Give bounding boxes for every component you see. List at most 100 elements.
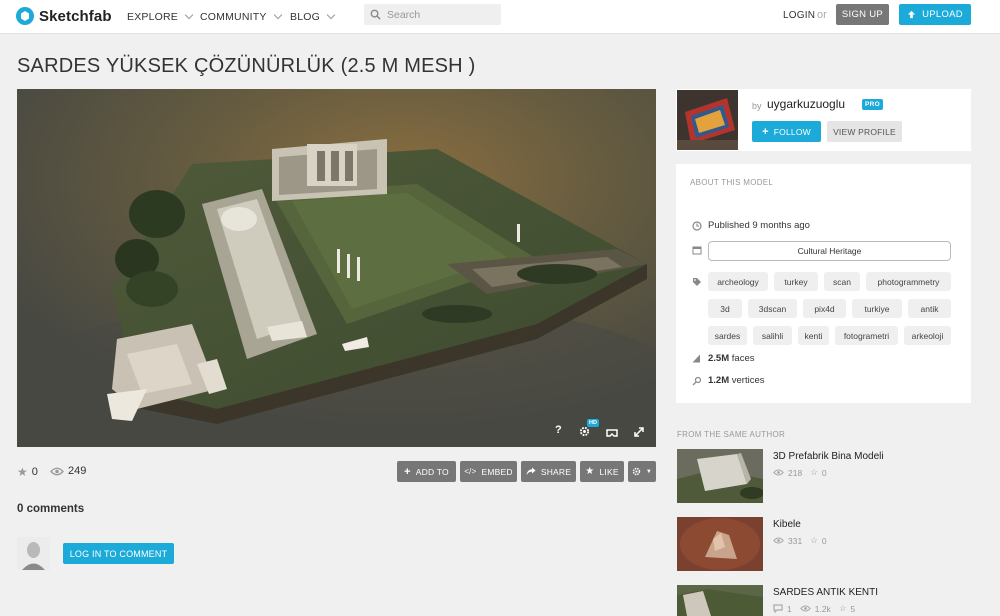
tag-item[interactable]: scan xyxy=(824,272,860,291)
model-render xyxy=(17,89,656,447)
like-button[interactable]: ★ LIKE xyxy=(580,461,624,482)
eye-icon xyxy=(50,467,64,475)
vr-headset-icon xyxy=(606,429,618,437)
likes-stat: ★ 0 xyxy=(17,465,38,479)
author-avatar[interactable] xyxy=(677,90,738,150)
search-input[interactable] xyxy=(387,8,487,21)
vertices-count: 1.2M vertices xyxy=(708,375,765,386)
plus-icon: + xyxy=(404,465,411,478)
star-icon: ☆ xyxy=(810,535,818,545)
share-icon xyxy=(526,467,536,475)
chevron-down-icon xyxy=(273,10,282,20)
signup-button[interactable]: SIGN UP xyxy=(836,4,889,25)
nav-blog[interactable]: BLOG xyxy=(290,0,336,34)
related-thumbnail[interactable] xyxy=(677,585,763,616)
fullscreen-button[interactable] xyxy=(634,424,644,442)
tag-item[interactable]: fotogrametri xyxy=(835,326,898,345)
category-icon xyxy=(691,245,702,256)
tag-item[interactable]: turkey xyxy=(774,272,818,291)
code-icon: </> xyxy=(464,467,477,476)
star-icon: ☆ xyxy=(838,603,847,613)
follow-label: FOLLOW xyxy=(773,126,811,137)
category-tag[interactable]: Cultural Heritage xyxy=(708,241,951,261)
login-to-comment-label: LOG IN TO COMMENT xyxy=(69,548,168,559)
same-author-heading: FROM THE SAME AUTHOR xyxy=(677,430,786,439)
nav-community[interactable]: COMMUNITY xyxy=(200,0,282,34)
related-stats: 331 ☆ 0 xyxy=(773,535,827,546)
model-title: SARDES YÜKSEK ÇÖZÜNÜRLÜK (2.5 M MESH ) xyxy=(17,55,476,77)
eye-icon xyxy=(773,537,784,544)
faces-label: faces xyxy=(731,353,755,364)
related-title[interactable]: SARDES ANTIK KENTI xyxy=(773,587,878,598)
about-model-panel: ABOUT THIS MODEL Published 9 months ago … xyxy=(676,164,971,403)
related-views: 218 xyxy=(788,467,803,478)
related-likes: 5 xyxy=(850,603,856,614)
vertices-icon xyxy=(691,375,702,386)
related-views: 331 xyxy=(788,535,803,546)
nav-explore[interactable]: EXPLORE xyxy=(127,0,194,34)
comment-icon xyxy=(773,604,783,613)
add-to-button[interactable]: + ADD TO xyxy=(397,461,456,482)
related-comments: 1 xyxy=(787,603,792,614)
likes-count: 0 xyxy=(31,466,38,478)
help-button[interactable]: ? xyxy=(555,424,562,436)
more-options-button[interactable]: ▼ xyxy=(628,461,656,482)
embed-button[interactable]: </> EMBED xyxy=(460,461,517,482)
faces-value: 2.5M xyxy=(708,353,730,364)
clock-icon xyxy=(691,220,702,231)
related-thumbnail[interactable] xyxy=(677,449,763,503)
share-button[interactable]: SHARE xyxy=(521,461,576,482)
vr-button[interactable] xyxy=(606,425,618,443)
upload-label: UPLOAD xyxy=(922,9,963,20)
related-stats: 1 1.2k ☆ 5 xyxy=(773,603,855,614)
tag-item[interactable]: photogrammetry xyxy=(866,272,951,291)
vertices-label: vertices xyxy=(731,375,765,386)
chevron-down-icon xyxy=(326,10,336,20)
view-profile-button[interactable]: VIEW PROFILE xyxy=(827,121,902,142)
top-header: Sketchfab EXPLORE COMMUNITY BLOG LOGIN o… xyxy=(0,0,1000,34)
sketchfab-logo[interactable]: Sketchfab xyxy=(16,6,112,26)
tag-item[interactable]: 3dscan xyxy=(748,299,797,318)
search-box xyxy=(364,4,501,25)
eye-icon xyxy=(773,469,784,476)
login-link[interactable]: LOGIN xyxy=(783,10,815,21)
tag-item[interactable]: arkeoloji xyxy=(904,326,951,345)
upload-button[interactable]: UPLOAD xyxy=(899,4,971,25)
related-likes: 0 xyxy=(821,467,827,478)
upload-arrow-icon xyxy=(907,10,916,19)
tag-item[interactable]: antik xyxy=(908,299,951,318)
user-avatar-image xyxy=(17,537,50,570)
login-to-comment-button[interactable]: LOG IN TO COMMENT xyxy=(63,543,174,564)
author-name[interactable]: uygarkuzuoglu xyxy=(767,97,845,111)
follow-button[interactable]: + FOLLOW xyxy=(752,121,821,142)
or-text: or xyxy=(817,9,827,21)
tag-item[interactable]: sardes xyxy=(708,326,747,345)
gear-icon xyxy=(579,426,590,437)
hd-badge: HD xyxy=(587,419,599,427)
like-label: LIKE xyxy=(599,466,619,477)
pro-badge: PRO xyxy=(862,99,883,110)
comments-count: 0 comments xyxy=(17,503,85,515)
related-title[interactable]: 3D Prefabrik Bina Modeli xyxy=(773,451,884,462)
avatar xyxy=(17,537,50,570)
fullscreen-icon xyxy=(634,427,644,437)
star-icon: ★ xyxy=(585,466,595,477)
about-heading: ABOUT THIS MODEL xyxy=(690,178,774,187)
model-viewer[interactable]: ? HD xyxy=(17,89,656,447)
caret-down-icon: ▼ xyxy=(645,468,653,475)
related-thumbnail[interactable] xyxy=(677,517,763,571)
tag-item[interactable]: turkiye xyxy=(852,299,902,318)
signup-label: SIGN UP xyxy=(841,9,884,20)
tag-item[interactable]: 3d xyxy=(708,299,742,318)
related-thumbnail-image xyxy=(677,517,763,571)
tag-item[interactable]: kenti xyxy=(798,326,829,345)
star-icon: ★ xyxy=(17,465,28,479)
related-views: 1.2k xyxy=(814,603,831,614)
related-thumbnail-image xyxy=(677,585,763,616)
related-stats: 218 ☆ 0 xyxy=(773,467,827,478)
tag-item[interactable]: pix4d xyxy=(803,299,846,318)
tag-item[interactable]: salihli xyxy=(753,326,792,345)
related-title[interactable]: Kibele xyxy=(773,519,801,530)
published-date: Published 9 months ago xyxy=(708,220,810,231)
tag-item[interactable]: archeology xyxy=(708,272,768,291)
